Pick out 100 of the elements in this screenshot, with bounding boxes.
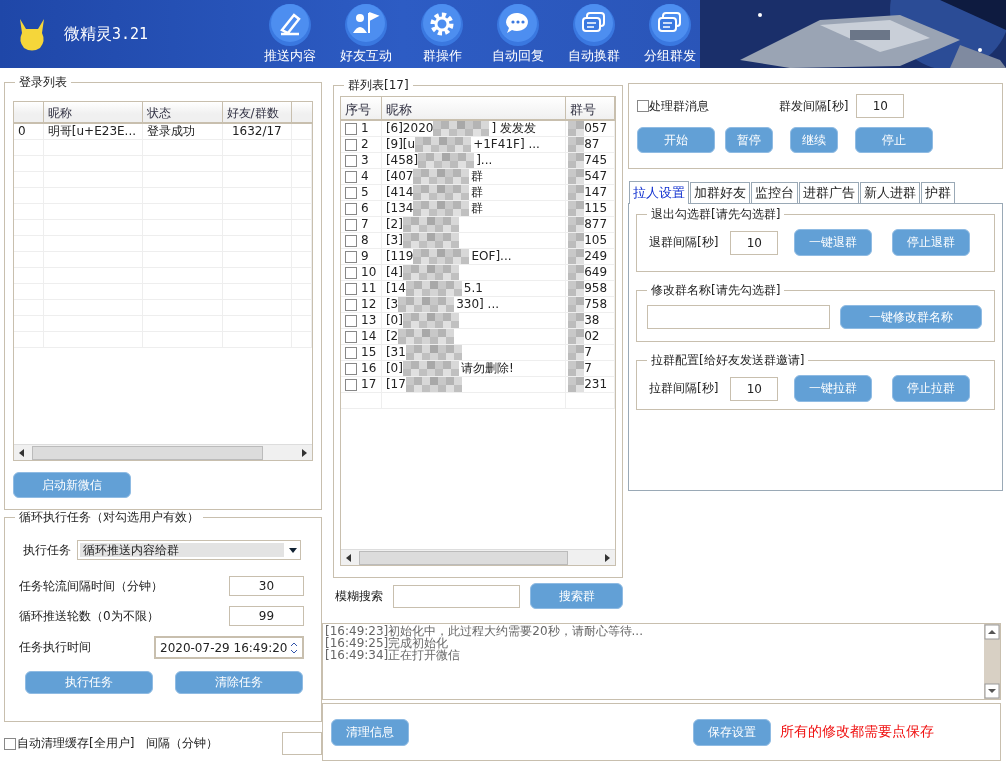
scroll-down-icon[interactable] [984,683,1000,699]
save-note: 所有的修改都需要点保存 [780,723,934,741]
checkbox-label: 自动清理缓存[全用户] [17,735,135,752]
row-checkbox[interactable] [345,282,357,295]
toolbar-button[interactable]: 推送内容 [256,0,325,68]
pixelated-mask [413,249,470,264]
task-dropdown[interactable]: 循环推送内容给群 [77,540,301,560]
search-field[interactable] [393,584,521,608]
toolbar-button[interactable]: 好友互动 [332,0,401,68]
table-cell: [17 [385,377,406,392]
field-label: 任务执行时间 [19,639,91,656]
row-checkbox[interactable] [345,250,357,263]
table-cell: 649 [584,265,608,280]
input-field[interactable]: 30 [229,576,304,596]
vertical-scrollbar[interactable] [984,624,1000,699]
table-cell: [134 [385,201,414,216]
pixelated-mask [413,201,470,216]
pixelated-mask [433,121,490,136]
toolbar-button[interactable]: 群操作 [408,0,477,68]
input-field[interactable]: 10 [856,94,905,118]
input-field[interactable]: 10 [730,376,779,401]
table-cell: [9][u [385,137,416,152]
row-checkbox[interactable] [345,170,357,183]
scrollbar-thumb[interactable] [359,550,569,565]
table-cell: [3 [385,297,399,312]
pixelated-mask [413,185,470,200]
scroll-up-icon[interactable] [984,624,1000,640]
tab[interactable]: 新人进群 [860,182,920,203]
table-cell: 0 [14,124,44,139]
table-cell: 群 [471,169,484,184]
toolbar-icon [572,3,617,47]
log-line: [16:49:25]完成初始化 [325,637,449,649]
group-name-field[interactable] [647,305,830,329]
row-checkbox[interactable] [345,266,357,279]
section-title: 循环执行任务（对勾选用户有效） [15,510,203,525]
row-checkbox[interactable] [345,138,357,151]
row-checkbox[interactable] [345,330,357,343]
row-checkbox[interactable] [345,202,357,215]
datetime-field[interactable]: 2020-07-29 16:49:20 [154,636,304,659]
horizontal-scrollbar[interactable] [341,549,615,565]
column-header[interactable]: 群号 [566,97,615,119]
column-header[interactable]: 序号 [341,97,382,119]
column-header[interactable]: 昵称 [381,97,567,119]
table-cell: 10 [361,265,377,280]
section-title: 修改群名称[请先勾选群] [647,283,785,298]
tab[interactable]: 拉人设置 [629,181,689,204]
input-field[interactable]: 99 [229,606,304,626]
table-cell: 8 [361,233,369,248]
tab[interactable]: 进群广告 [799,182,859,203]
section-title: 拉群配置[给好友发送群邀请] [647,353,809,368]
row-checkbox[interactable] [345,122,357,135]
row-checkbox[interactable] [345,186,357,199]
row-checkbox[interactable] [345,298,357,311]
table-cell: [0] [385,313,403,328]
pixelated-mask [402,313,459,328]
pixelated-mask [568,153,585,168]
table-cell: [2 [385,329,399,344]
tab[interactable]: 护群 [921,182,955,203]
table-cell: 758 [584,297,608,312]
horizontal-scrollbar[interactable] [14,444,312,460]
row-checkbox[interactable] [345,314,357,327]
table-cell: [6]2020 [385,121,434,136]
toolbar-icon [648,3,693,47]
row-checkbox[interactable] [345,234,357,247]
row-checkbox[interactable] [345,346,357,359]
table-cell: 231 [584,377,608,392]
pixelated-mask [568,185,585,200]
table-cell: [119 [385,249,414,264]
toolbar-icon [268,3,313,47]
table-cell: 745 [584,153,608,168]
checkbox[interactable] [637,100,649,112]
pixelated-mask [568,281,585,296]
input-field[interactable]: 10 [730,230,779,255]
pixelated-mask [568,313,585,328]
row-checkbox[interactable] [345,378,357,391]
spinner-icon[interactable] [290,640,298,655]
tab[interactable]: 监控台 [751,182,798,203]
pixelated-mask [405,345,462,360]
column-header[interactable]: 好友/群数 [222,102,293,122]
tab[interactable]: 加群好友 [690,182,750,203]
table-cell: 17 [361,377,377,392]
row-checkbox[interactable] [345,218,357,231]
column-header[interactable]: 昵称 [43,102,144,122]
input-field[interactable] [282,732,322,755]
pixelated-mask [402,265,459,280]
scrollbar-thumb[interactable] [32,445,263,460]
table-cell: ]... [476,153,493,168]
section-title: 登录列表 [15,75,71,90]
table-cell: 请勿删除! [460,361,514,376]
checkbox[interactable] [4,737,16,750]
column-header[interactable]: 状态 [143,102,223,122]
row-checkbox[interactable] [345,154,357,167]
table-cell: [414 [385,185,414,200]
toolbar-button[interactable]: 自动回复 [484,0,553,68]
toolbar-button[interactable]: 自动换群 [560,0,629,68]
field-label: 任务轮流间隔时间（分钟） [19,577,163,595]
pixelated-mask [405,281,462,296]
row-checkbox[interactable] [345,362,357,375]
pixelated-mask [405,377,462,392]
pixelated-mask [568,137,585,152]
